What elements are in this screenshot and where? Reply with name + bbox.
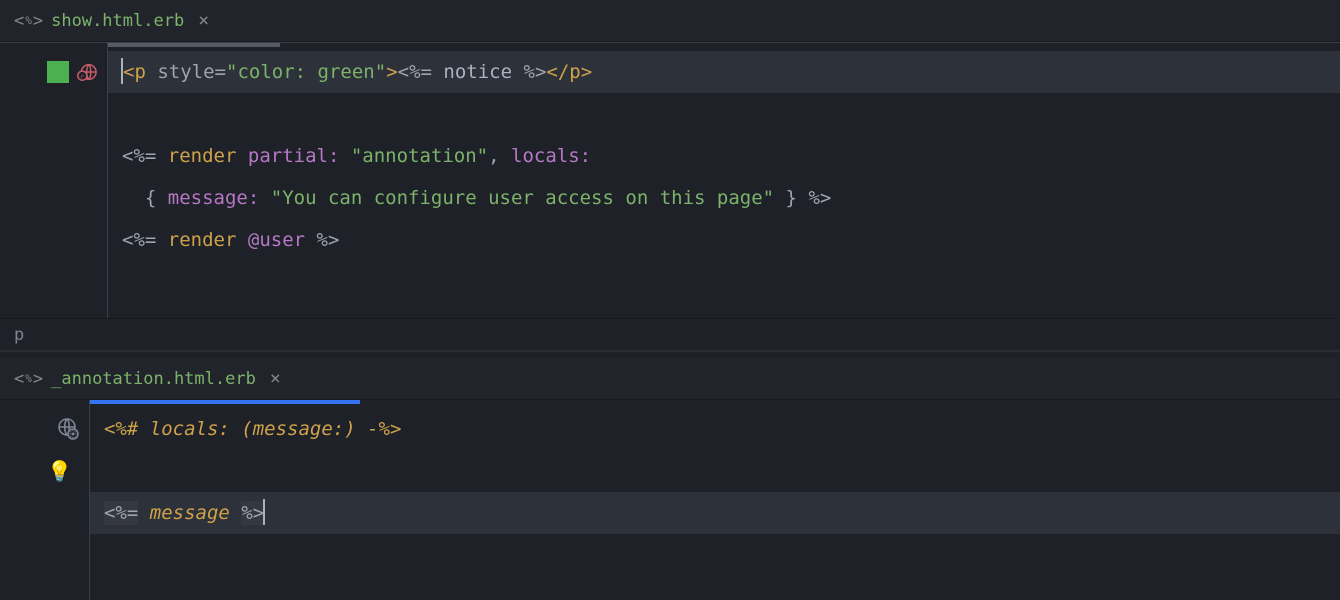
editor-pane-top: r <p style="color: green"><%= notice %><… [0, 42, 1340, 350]
breadcrumb[interactable]: p [0, 318, 1340, 350]
editor-body-bottom: 💡 <%# locals: (message:) -%> <%= message… [0, 400, 1340, 600]
editor-pane-bottom: 💡 <%# locals: (message:) -%> <%= message… [0, 400, 1340, 600]
code-line[interactable] [104, 450, 1340, 492]
code-line[interactable]: <%= render partial: "annotation", locals… [122, 135, 1340, 177]
pane-splitter[interactable] [0, 350, 1340, 358]
close-icon[interactable]: × [270, 368, 281, 389]
tab-bar-top: <%> show.html.erb × [0, 0, 1340, 42]
code-line[interactable]: <%= render @user %> [122, 219, 1340, 261]
related-globe-icon[interactable]: r [75, 61, 97, 83]
code-area-bottom[interactable]: <%# locals: (message:) -%> <%= message %… [90, 400, 1340, 600]
tab-bar-bottom: <%> _annotation.html.erb × [0, 358, 1340, 400]
gutter-bottom: 💡 [0, 400, 90, 600]
erb-file-icon: <%> [14, 369, 43, 389]
tab-annotation-html-erb[interactable]: <%> _annotation.html.erb × [0, 358, 295, 399]
tab-label: show.html.erb [51, 11, 184, 31]
code-line[interactable]: <p style="color: green"><%= notice %></p… [108, 51, 1340, 93]
erb-file-icon: <%> [14, 11, 43, 31]
editor-body-top: r <p style="color: green"><%= notice %><… [0, 43, 1340, 318]
breadcrumb-item[interactable]: p [14, 325, 24, 345]
code-line[interactable]: <%= message %> [90, 492, 1340, 534]
code-area-top[interactable]: <p style="color: green"><%= notice %></p… [108, 43, 1340, 318]
tab-show-html-erb[interactable]: <%> show.html.erb × [0, 0, 223, 41]
gutter-top: r [0, 43, 108, 318]
code-line[interactable]: { message: "You can configure user acces… [122, 177, 1340, 219]
svg-text:r: r [80, 72, 84, 80]
close-icon[interactable]: × [198, 10, 209, 31]
tab-label: _annotation.html.erb [51, 369, 256, 389]
run-marker-icon[interactable] [47, 61, 69, 83]
code-line[interactable]: <%# locals: (message:) -%> [104, 408, 1340, 450]
text-cursor [263, 499, 265, 525]
code-line[interactable] [122, 93, 1340, 135]
settings-gear-icon[interactable] [55, 417, 79, 441]
bulb-icon[interactable]: 💡 [47, 459, 72, 483]
